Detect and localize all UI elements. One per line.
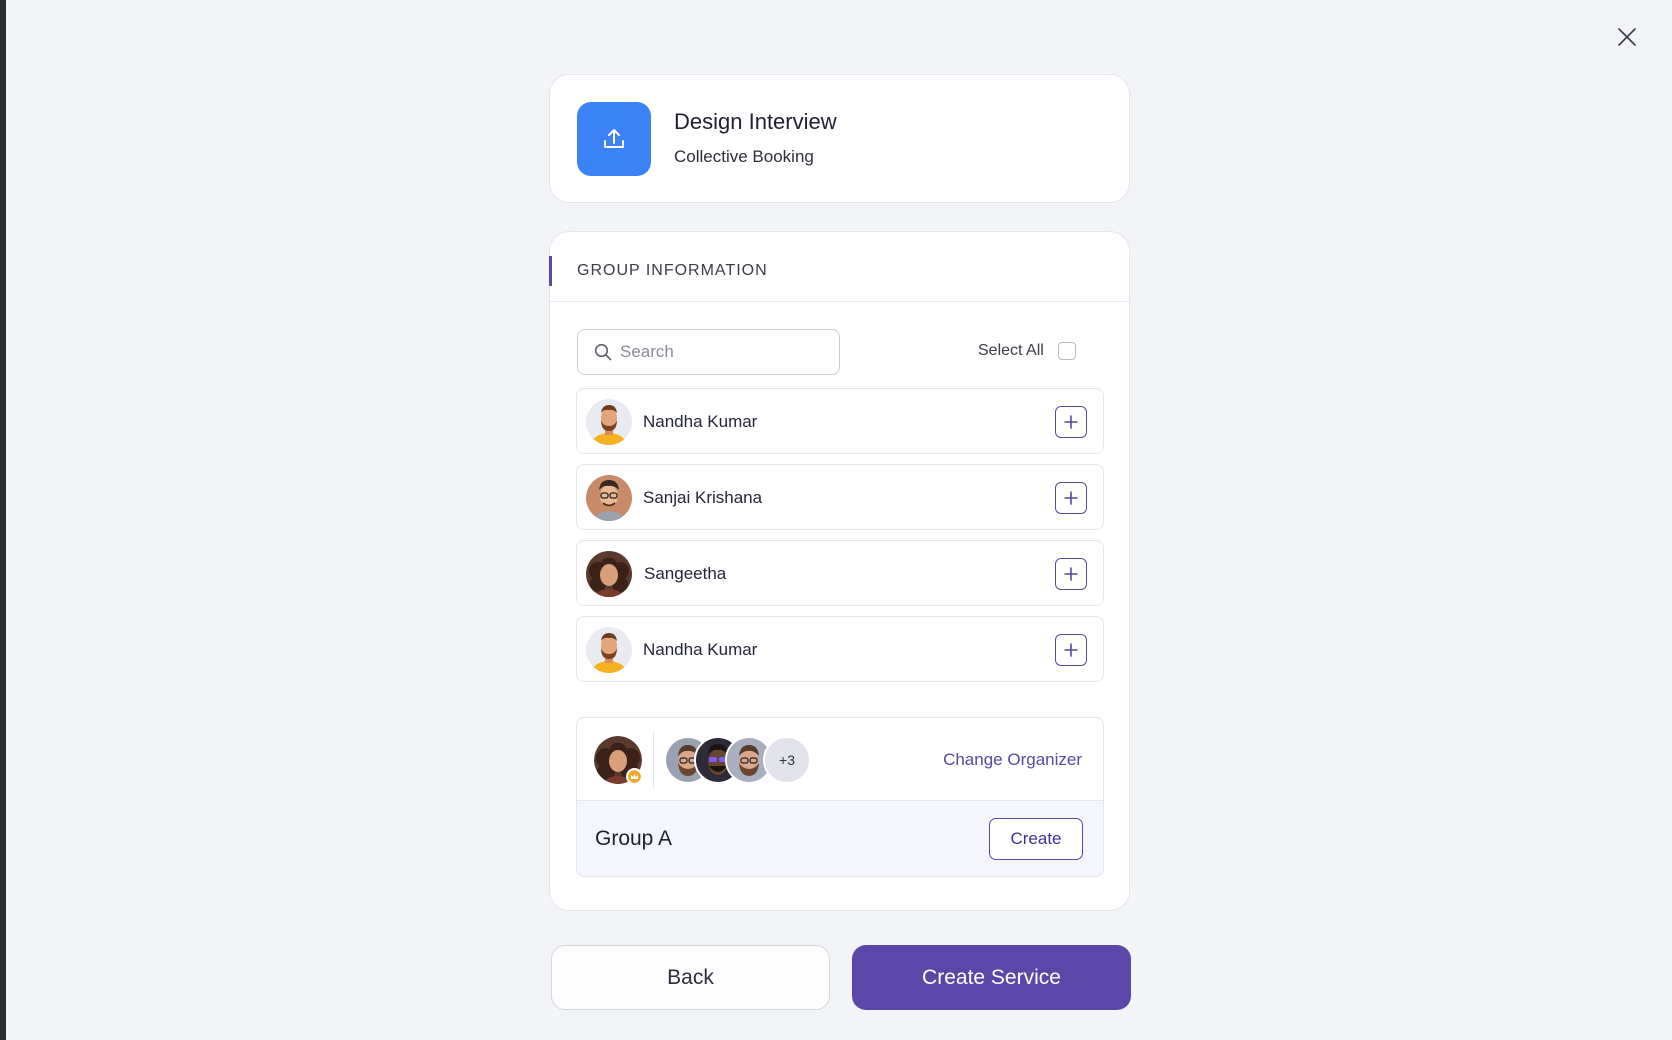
add-member-button[interactable] bbox=[1055, 634, 1087, 666]
group-name: Group A bbox=[595, 827, 673, 850]
create-service-button[interactable]: Create Service bbox=[852, 945, 1131, 1010]
member-name: Nandha Kumar bbox=[643, 640, 758, 659]
service-card: Design Interview Collective Booking bbox=[549, 74, 1130, 203]
divider bbox=[653, 732, 654, 788]
select-all-label: Select All bbox=[978, 342, 1044, 359]
search-box[interactable] bbox=[577, 329, 840, 375]
avatar bbox=[586, 627, 632, 673]
crown-icon bbox=[626, 768, 643, 785]
create-group-button[interactable]: Create bbox=[989, 818, 1083, 860]
member-name: Sangeetha bbox=[644, 564, 727, 583]
member-row: Sanjai Krishana bbox=[576, 464, 1104, 530]
add-member-button[interactable] bbox=[1055, 482, 1087, 514]
change-organizer-link[interactable]: Change Organizer bbox=[943, 750, 1082, 770]
service-subtitle: Collective Booking bbox=[674, 147, 814, 166]
member-row: Nandha Kumar bbox=[576, 388, 1104, 454]
avatar bbox=[586, 551, 632, 597]
add-member-button[interactable] bbox=[1055, 406, 1087, 438]
group-footer: Group A Create bbox=[577, 800, 1103, 876]
organizer-avatar bbox=[594, 736, 643, 785]
add-member-button[interactable] bbox=[1055, 558, 1087, 590]
plus-icon bbox=[1064, 643, 1078, 657]
group-information-card: GROUP INFORMATION Select All Nandha Kuma… bbox=[549, 231, 1130, 911]
service-title: Design Interview bbox=[674, 109, 837, 134]
avatar bbox=[586, 399, 632, 445]
plus-icon bbox=[1064, 415, 1078, 429]
window-edge bbox=[0, 0, 6, 1040]
group-members-strip: +3 Change Organizer bbox=[577, 718, 1103, 800]
search-icon bbox=[594, 343, 612, 361]
more-members-count[interactable]: +3 bbox=[763, 736, 811, 784]
select-all-checkbox[interactable] bbox=[1057, 342, 1076, 360]
section-accent-bar bbox=[549, 256, 552, 286]
plus-icon bbox=[1064, 491, 1078, 505]
select-all-control[interactable]: Select All bbox=[978, 342, 1076, 360]
avatar bbox=[586, 475, 632, 521]
close-button[interactable] bbox=[1616, 26, 1638, 48]
upload-icon bbox=[604, 129, 624, 148]
plus-icon bbox=[1064, 567, 1078, 581]
section-title: GROUP INFORMATION bbox=[577, 262, 768, 279]
back-button[interactable]: Back bbox=[551, 945, 830, 1010]
close-icon bbox=[1618, 28, 1636, 46]
group-summary: +3 Change Organizer Group A Create bbox=[576, 717, 1104, 877]
member-row: Sangeetha bbox=[576, 540, 1104, 606]
member-name: Sanjai Krishana bbox=[643, 488, 763, 507]
member-name: Nandha Kumar bbox=[643, 412, 758, 431]
service-icon-tile bbox=[577, 102, 651, 176]
section-header: GROUP INFORMATION bbox=[549, 232, 1129, 302]
search-input[interactable] bbox=[620, 342, 820, 362]
member-row: Nandha Kumar bbox=[576, 616, 1104, 682]
